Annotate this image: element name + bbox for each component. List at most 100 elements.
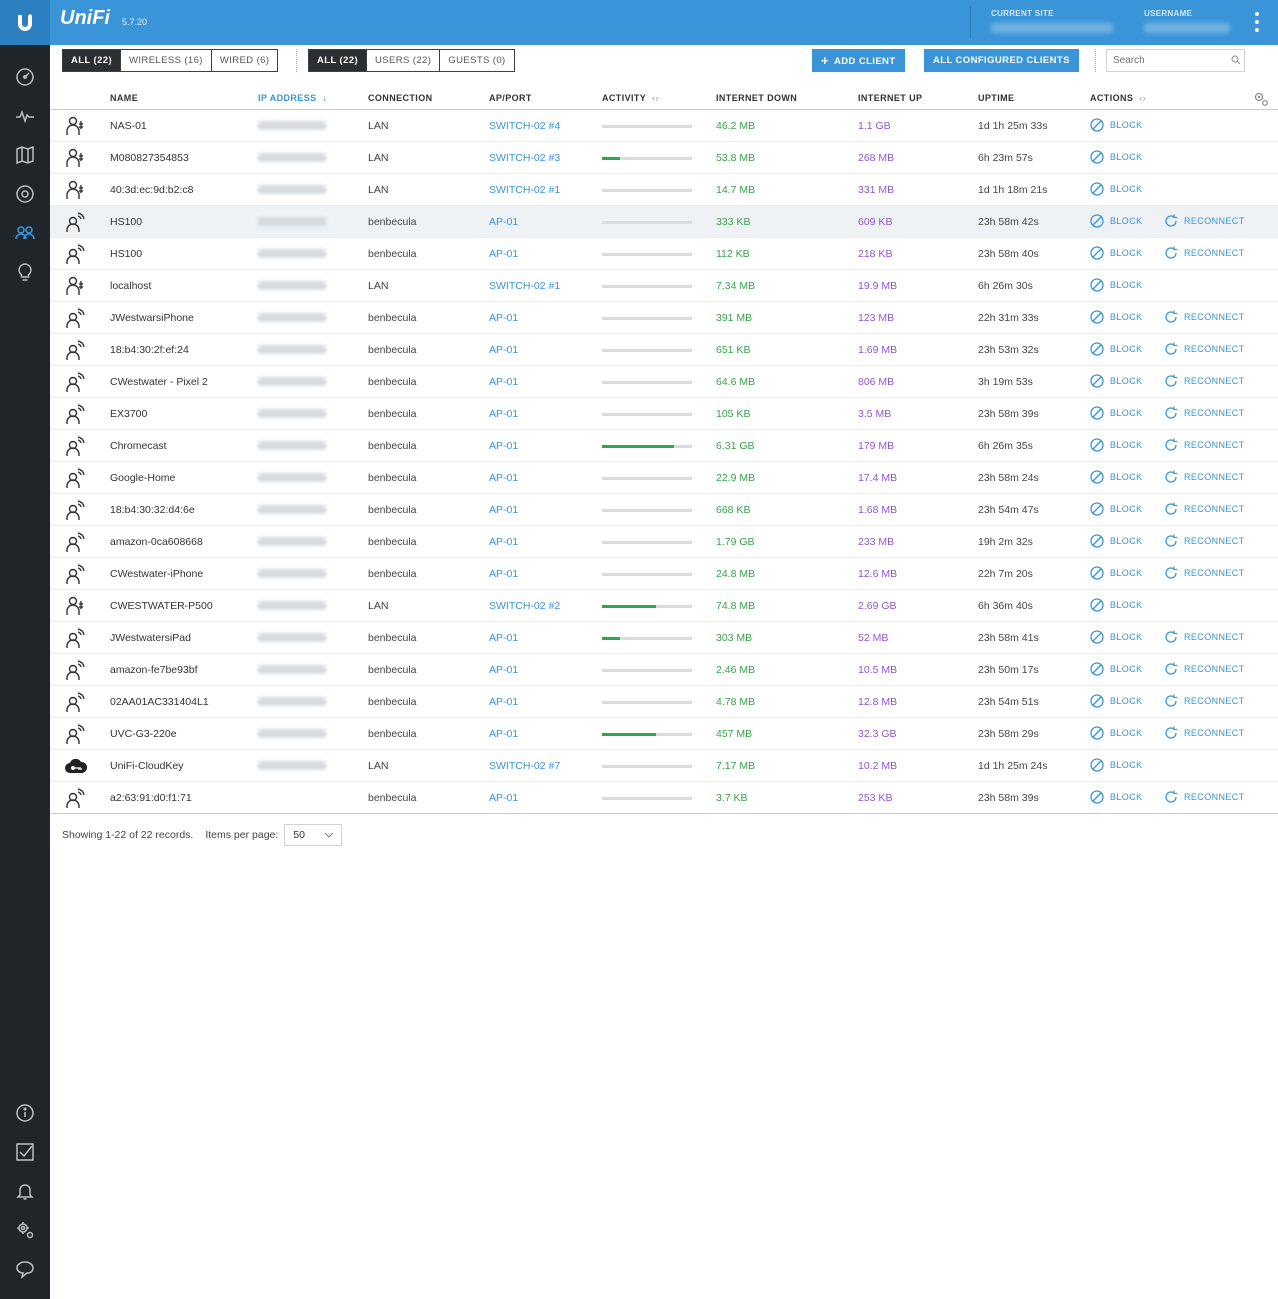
- table-row[interactable]: EX3700 benbecula AP-01 105 KB 3.5 MB 23h 58m …: [50, 398, 1278, 430]
- map-icon[interactable]: [13, 143, 37, 167]
- ap-port-link[interactable]: AP-01: [489, 344, 518, 356]
- block-button[interactable]: BLOCK: [1090, 630, 1143, 644]
- table-row[interactable]: CWestwater-iPhone benbecula AP-01 24.8 MB 12…: [50, 558, 1278, 590]
- block-button[interactable]: BLOCK: [1090, 118, 1143, 132]
- client-name[interactable]: CWestwater - Pixel 2: [110, 376, 208, 388]
- reconnect-button[interactable]: RECONNECT: [1164, 726, 1245, 740]
- block-button[interactable]: BLOCK: [1090, 566, 1143, 580]
- client-name[interactable]: a2:63:91:d0:f1:71: [110, 792, 192, 804]
- all-configured-clients-button[interactable]: ALL CONFIGURED CLIENTS: [924, 49, 1079, 72]
- client-name[interactable]: 18:b4:30:32:d4:6e: [110, 504, 195, 516]
- ap-port-link[interactable]: AP-01: [489, 664, 518, 676]
- dashboard-icon[interactable]: [13, 65, 37, 89]
- reconnect-button[interactable]: RECONNECT: [1164, 374, 1245, 388]
- expand-arrows-icon[interactable]: ‹›: [1139, 93, 1146, 103]
- client-name[interactable]: JWestwarsiPhone: [110, 312, 194, 324]
- client-name[interactable]: HS100: [110, 216, 142, 228]
- block-button[interactable]: BLOCK: [1090, 310, 1143, 324]
- client-name[interactable]: JWestwatersiPad: [110, 632, 191, 644]
- col-activity[interactable]: ACTIVITY ‹›: [602, 93, 659, 103]
- block-button[interactable]: BLOCK: [1090, 694, 1143, 708]
- filter-wireless[interactable]: WIRELESS (16): [121, 50, 212, 71]
- table-row[interactable]: JWestwarsiPhone benbecula AP-01 391 MB 123 M…: [50, 302, 1278, 334]
- filter-guests[interactable]: GUESTS (0): [440, 50, 513, 71]
- info-icon[interactable]: [13, 1101, 37, 1125]
- reconnect-button[interactable]: RECONNECT: [1164, 662, 1245, 676]
- table-row[interactable]: 02AA01AC331404L1 benbecula AP-01 4.78 MB 12.…: [50, 686, 1278, 718]
- reconnect-button[interactable]: RECONNECT: [1164, 630, 1245, 644]
- ap-port-link[interactable]: AP-01: [489, 792, 518, 804]
- block-button[interactable]: BLOCK: [1090, 278, 1143, 292]
- block-button[interactable]: BLOCK: [1090, 406, 1143, 420]
- block-button[interactable]: BLOCK: [1090, 150, 1143, 164]
- client-name[interactable]: 02AA01AC331404L1: [110, 696, 209, 708]
- block-button[interactable]: BLOCK: [1090, 182, 1143, 196]
- client-name[interactable]: 18:b4:30:2f:ef:24: [110, 344, 189, 356]
- table-row[interactable]: 18:b4:30:32:d4:6e benbecula AP-01 668 KB 1.6…: [50, 494, 1278, 526]
- reconnect-button[interactable]: RECONNECT: [1164, 310, 1245, 324]
- block-button[interactable]: BLOCK: [1090, 438, 1143, 452]
- col-connection[interactable]: CONNECTION: [368, 93, 433, 103]
- ap-port-link[interactable]: AP-01: [489, 632, 518, 644]
- table-row[interactable]: Chromecast benbecula AP-01 6.31 GB 179 MB 6h …: [50, 430, 1278, 462]
- client-name[interactable]: amazon-0ca608668: [110, 536, 203, 548]
- client-name[interactable]: CWESTWATER-P500: [110, 600, 213, 612]
- ap-port-link[interactable]: SWITCH-02 #2: [489, 600, 560, 612]
- table-row[interactable]: HS100 benbecula AP-01 333 KB 609 KB 23h 58m 4…: [50, 206, 1278, 238]
- ap-port-link[interactable]: AP-01: [489, 312, 518, 324]
- reconnect-button[interactable]: RECONNECT: [1164, 502, 1245, 516]
- filter-wired[interactable]: WIRED (6): [212, 50, 278, 71]
- ap-port-link[interactable]: AP-01: [489, 568, 518, 580]
- settings-icon[interactable]: [13, 1218, 37, 1242]
- reconnect-button[interactable]: RECONNECT: [1164, 342, 1245, 356]
- reconnect-button[interactable]: RECONNECT: [1164, 566, 1245, 580]
- block-button[interactable]: BLOCK: [1090, 662, 1143, 676]
- client-name[interactable]: Chromecast: [110, 440, 167, 452]
- block-button[interactable]: BLOCK: [1090, 214, 1143, 228]
- insights-icon[interactable]: [13, 260, 37, 284]
- block-button[interactable]: BLOCK: [1090, 246, 1143, 260]
- ap-port-link[interactable]: AP-01: [489, 696, 518, 708]
- ap-port-link[interactable]: AP-01: [489, 472, 518, 484]
- chat-icon[interactable]: [13, 1257, 37, 1281]
- clients-icon[interactable]: [13, 221, 37, 245]
- ap-port-link[interactable]: AP-01: [489, 504, 518, 516]
- devices-icon[interactable]: [13, 182, 37, 206]
- table-row[interactable]: localhost LAN SWITCH-02 #1 7.34 MB 19.9 MB 6h…: [50, 270, 1278, 302]
- table-row[interactable]: UVC-G3-220e benbecula AP-01 457 MB 32.3 GB 23…: [50, 718, 1278, 750]
- block-button[interactable]: BLOCK: [1090, 534, 1143, 548]
- statistics-icon[interactable]: [13, 104, 37, 128]
- table-row[interactable]: JWestwatersiPad benbecula AP-01 303 MB 52 MB…: [50, 622, 1278, 654]
- ap-port-link[interactable]: AP-01: [489, 376, 518, 388]
- client-name[interactable]: UVC-G3-220e: [110, 728, 177, 740]
- expand-arrows-icon[interactable]: ‹›: [652, 93, 659, 103]
- table-row[interactable]: amazon-fe7be93bf benbecula AP-01 2.46 MB 10.…: [50, 654, 1278, 686]
- add-client-button[interactable]: + ADD CLIENT: [812, 49, 905, 72]
- block-button[interactable]: BLOCK: [1090, 790, 1143, 804]
- table-row[interactable]: amazon-0ca608668 benbecula AP-01 1.79 GB 233…: [50, 526, 1278, 558]
- column-settings-icon[interactable]: [1253, 91, 1269, 107]
- table-row[interactable]: 18:b4:30:2f:ef:24 benbecula AP-01 651 KB 1.6…: [50, 334, 1278, 366]
- client-name[interactable]: localhost: [110, 280, 151, 292]
- filter-all-types[interactable]: ALL (22): [63, 50, 122, 71]
- ap-port-link[interactable]: AP-01: [489, 536, 518, 548]
- block-button[interactable]: BLOCK: [1090, 374, 1143, 388]
- block-button[interactable]: BLOCK: [1090, 470, 1143, 484]
- block-button[interactable]: BLOCK: [1090, 342, 1143, 356]
- reconnect-button[interactable]: RECONNECT: [1164, 438, 1245, 452]
- ap-port-link[interactable]: AP-01: [489, 408, 518, 420]
- table-row[interactable]: Google-Home benbecula AP-01 22.9 MB 17.4 MB 2…: [50, 462, 1278, 494]
- search-input[interactable]: [1106, 49, 1245, 72]
- reconnect-button[interactable]: RECONNECT: [1164, 470, 1245, 484]
- current-site-select[interactable]: [991, 23, 1113, 33]
- table-row[interactable]: M080827354853 LAN SWITCH-02 #3 53.8 MB 268 M…: [50, 142, 1278, 174]
- client-name[interactable]: UniFi-CloudKey: [110, 760, 184, 772]
- col-internet-down[interactable]: INTERNET DOWN: [716, 93, 797, 103]
- block-button[interactable]: BLOCK: [1090, 502, 1143, 516]
- block-button[interactable]: BLOCK: [1090, 598, 1143, 612]
- items-per-page-select[interactable]: 50: [284, 824, 343, 846]
- tasks-icon[interactable]: [13, 1140, 37, 1164]
- table-row[interactable]: NAS-01 LAN SWITCH-02 #4 46.2 MB 1.1 GB 1d 1h …: [50, 110, 1278, 142]
- ap-port-link[interactable]: AP-01: [489, 728, 518, 740]
- table-row[interactable]: HS100 benbecula AP-01 112 KB 218 KB 23h 58m 4…: [50, 238, 1278, 270]
